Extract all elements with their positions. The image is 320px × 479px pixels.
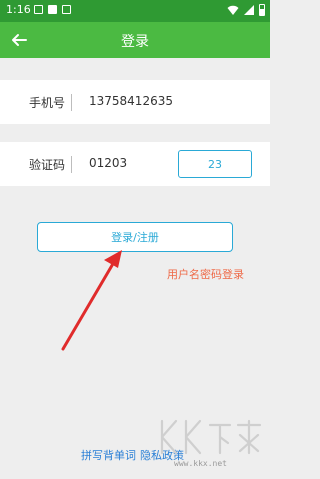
watermark-url: www.kkx.net xyxy=(174,459,227,468)
wifi-icon xyxy=(227,5,239,15)
status-time: 1:16 xyxy=(6,3,31,16)
keyboard-icon xyxy=(62,5,71,14)
battery-icon xyxy=(259,4,265,16)
code-input[interactable]: 01203 xyxy=(89,156,127,170)
a-icon xyxy=(48,5,57,14)
password-login-link[interactable]: 用户名密码登录 xyxy=(167,266,244,282)
phone-input[interactable]: 13758412635 xyxy=(89,94,173,108)
code-row: 验证码 01203 23 xyxy=(0,142,270,186)
footer-link-app[interactable]: 拼写背单词 xyxy=(81,447,136,463)
status-bar: 1:16 xyxy=(0,0,270,22)
phone-row: 手机号 13758412635 xyxy=(0,80,270,124)
system-icons xyxy=(227,4,265,16)
notification-icons xyxy=(34,5,71,14)
get-code-button[interactable]: 23 xyxy=(178,150,252,178)
watermark-logo xyxy=(160,419,262,455)
login-register-button[interactable]: 登录/注册 xyxy=(37,222,233,252)
signal-icon xyxy=(244,5,254,15)
page-title: 登录 xyxy=(121,34,149,50)
watermark: www.kkx.net xyxy=(156,415,266,475)
app-bar: 登录 xyxy=(0,22,270,58)
phone-divider xyxy=(71,94,72,111)
code-divider xyxy=(71,156,72,173)
phone-label: 手机号 xyxy=(29,96,66,110)
image-icon xyxy=(34,5,43,14)
code-label: 验证码 xyxy=(29,158,66,172)
